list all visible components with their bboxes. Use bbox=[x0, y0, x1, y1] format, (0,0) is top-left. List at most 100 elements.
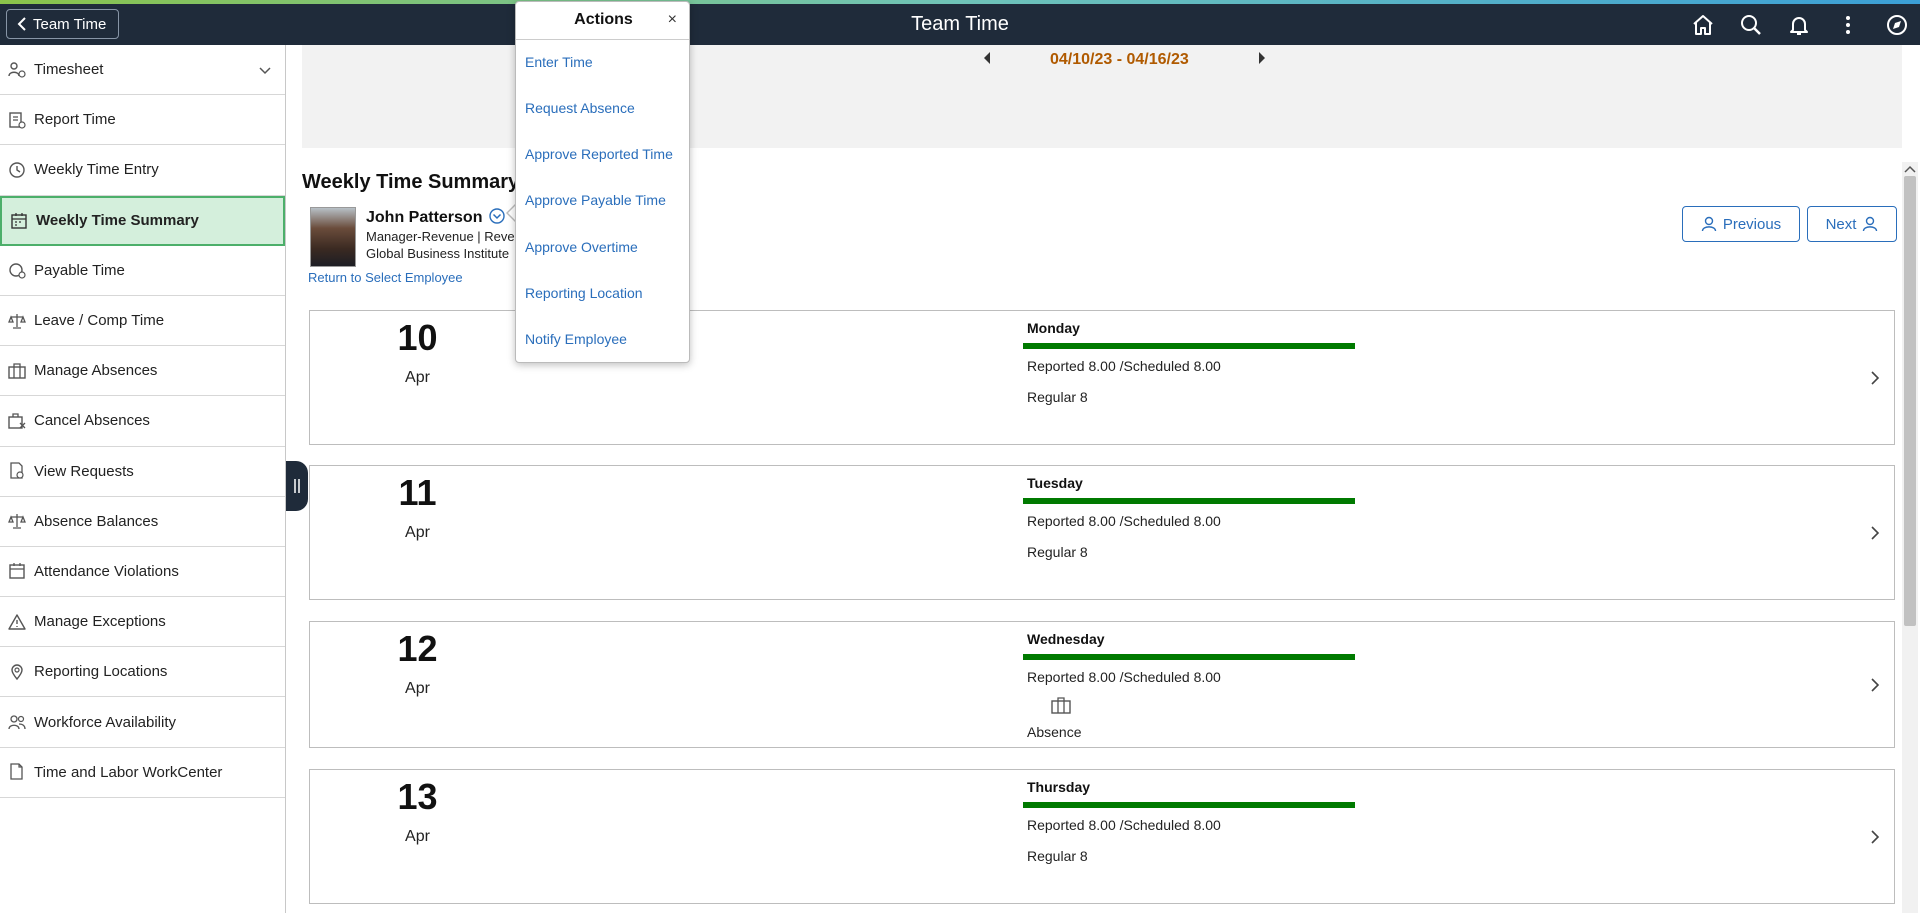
bell-icon[interactable] bbox=[1786, 12, 1812, 38]
return-to-select-employee-link[interactable]: Return to Select Employee bbox=[308, 270, 463, 285]
sidebar-item-view-requests[interactable]: View Requests bbox=[0, 447, 285, 497]
header-title: Team Time bbox=[911, 13, 1009, 35]
day-month: Apr bbox=[405, 828, 430, 845]
chevron-right-icon bbox=[1871, 370, 1880, 385]
person-icon bbox=[1701, 216, 1717, 232]
sidebar-item-label: Workforce Availability bbox=[34, 713, 177, 731]
time-detail: Regular 8 bbox=[1027, 544, 1088, 560]
day-number: 10 bbox=[397, 317, 438, 358]
time-detail: Regular 8 bbox=[1027, 848, 1088, 864]
briefcase-icon bbox=[8, 363, 26, 379]
previous-button-label: Previous bbox=[1722, 215, 1782, 233]
sidebar-item-cancel-absences[interactable]: Cancel Absences bbox=[0, 396, 285, 447]
chevron-down-icon bbox=[259, 67, 271, 74]
navbar-compass-icon[interactable] bbox=[1884, 12, 1910, 38]
time-detail: Regular 8 bbox=[1027, 389, 1088, 405]
chevron-right-icon bbox=[1871, 525, 1880, 540]
page-title: Weekly Time Summary bbox=[302, 171, 520, 193]
sidebar-item-label: Weekly Time Summary bbox=[36, 212, 199, 230]
sidebar-item-label: Cancel Absences bbox=[34, 412, 150, 430]
sidebar-item-label: Timesheet bbox=[34, 61, 104, 79]
next-employee-button[interactable]: Next bbox=[1807, 206, 1897, 242]
sidebar-item-report-time[interactable]: Report Time bbox=[0, 95, 285, 146]
scroll-up-arrow-icon[interactable] bbox=[1903, 164, 1917, 174]
scrollbar-thumb[interactable] bbox=[1904, 176, 1916, 626]
app: Team Time Team Time Timesheet Report Tim… bbox=[0, 0, 1920, 913]
action-approve-payable-time[interactable]: Approve Payable Time bbox=[525, 192, 666, 208]
next-button-label: Next bbox=[1825, 215, 1857, 233]
sidebar-item-manage-absences[interactable]: Manage Absences bbox=[0, 346, 285, 397]
action-enter-time[interactable]: Enter Time bbox=[525, 54, 593, 70]
employee-photo bbox=[310, 207, 356, 267]
workcenter-icon bbox=[10, 763, 23, 780]
view-requests-icon bbox=[10, 462, 24, 479]
home-icon[interactable] bbox=[1690, 12, 1716, 38]
sidebar-item-weekly-time-summary[interactable]: Weekly Time Summary bbox=[0, 195, 285, 246]
hours-progress-bar bbox=[1023, 654, 1355, 660]
sidebar-item-timesheet[interactable]: Timesheet bbox=[0, 45, 285, 96]
sidebar-item-leave-comp-time[interactable]: Leave / Comp Time bbox=[0, 296, 285, 347]
sidebar-item-weekly-time-entry[interactable]: Weekly Time Entry bbox=[0, 145, 285, 196]
sidebar-item-reporting-locations[interactable]: Reporting Locations bbox=[0, 647, 285, 698]
sidebar-item-workcenter[interactable]: Time and Labor WorkCenter bbox=[0, 748, 285, 798]
hours-progress-bar bbox=[1023, 802, 1355, 808]
sidebar-item-label: Leave / Comp Time bbox=[34, 312, 165, 330]
briefcase-icon bbox=[1051, 697, 1071, 714]
day-number: 13 bbox=[397, 776, 438, 817]
sidebar-item-payable-time[interactable]: Payable Time bbox=[0, 246, 285, 296]
person-icon bbox=[1863, 216, 1878, 232]
employee-department: Global Business Institute bbox=[366, 246, 510, 261]
more-vertical-icon[interactable] bbox=[1835, 12, 1861, 38]
cancel-briefcase-icon bbox=[8, 413, 26, 429]
search-icon[interactable] bbox=[1738, 12, 1764, 38]
previous-employee-button[interactable]: Previous bbox=[1682, 206, 1800, 242]
sidebar-item-manage-exceptions[interactable]: Manage Exceptions bbox=[0, 597, 285, 648]
sidebar-item-label: Reporting Locations bbox=[34, 663, 168, 681]
chevron-right-icon bbox=[1871, 829, 1880, 844]
sidebar-item-label: Manage Exceptions bbox=[34, 613, 166, 631]
sidebar-item-absence-balances[interactable]: Absence Balances bbox=[0, 497, 285, 547]
next-week-arrow-icon[interactable] bbox=[1257, 51, 1267, 65]
employee-name: John Patterson bbox=[366, 208, 505, 227]
clock-icon bbox=[9, 162, 25, 178]
reported-hours: Reported 8.00 /Scheduled 8.00 bbox=[1027, 669, 1221, 685]
employee-title: Manager-Revenue | Reven bbox=[366, 229, 522, 244]
sidebar: Timesheet Report Time Weekly Time Entry … bbox=[0, 45, 286, 913]
action-notify-employee[interactable]: Notify Employee bbox=[525, 331, 627, 347]
action-request-absence[interactable]: Request Absence bbox=[525, 100, 635, 116]
action-approve-overtime[interactable]: Approve Overtime bbox=[525, 239, 638, 255]
sidebar-item-label: Attendance Violations bbox=[34, 562, 179, 580]
day-card-tuesday[interactable]: 11 Apr Tuesday Reported 8.00 /Scheduled … bbox=[309, 465, 1895, 600]
sidebar-item-workforce-availability[interactable]: Workforce Availability bbox=[0, 697, 285, 748]
reported-hours: Reported 8.00 /Scheduled 8.00 bbox=[1027, 358, 1221, 374]
popup-title: Actions bbox=[574, 11, 633, 28]
people-icon bbox=[8, 715, 26, 730]
day-month: Apr bbox=[405, 369, 430, 386]
sidebar-item-attendance-violations[interactable]: Attendance Violations bbox=[0, 547, 285, 598]
sidebar-item-label: Time and Labor WorkCenter bbox=[34, 763, 223, 781]
payable-icon bbox=[9, 263, 26, 279]
sidebar-item-label: View Requests bbox=[34, 462, 134, 480]
attendance-icon bbox=[9, 563, 25, 580]
balance-icon bbox=[8, 514, 26, 529]
day-card-wednesday[interactable]: 12 Apr Wednesday Reported 8.00 /Schedule… bbox=[309, 621, 1895, 748]
warning-icon bbox=[8, 613, 26, 630]
day-number: 11 bbox=[398, 472, 437, 513]
close-icon[interactable]: × bbox=[668, 11, 677, 29]
sidebar-item-label: Report Time bbox=[34, 111, 116, 129]
absence-label: Absence bbox=[1027, 724, 1082, 740]
timesheet-icon bbox=[8, 61, 26, 78]
chevron-right-icon bbox=[1871, 677, 1880, 692]
day-name: Tuesday bbox=[1027, 475, 1083, 491]
header-bar: Team Time Team Time bbox=[0, 4, 1920, 45]
day-card-thursday[interactable]: 13 Apr Thursday Reported 8.00 /Scheduled… bbox=[309, 769, 1895, 904]
related-actions-icon[interactable] bbox=[489, 208, 505, 224]
action-approve-reported-time[interactable]: Approve Reported Time bbox=[525, 146, 673, 162]
prev-week-arrow-icon[interactable] bbox=[982, 51, 992, 65]
day-month: Apr bbox=[405, 524, 430, 541]
hours-progress-bar bbox=[1023, 343, 1355, 349]
popup-divider bbox=[516, 39, 689, 40]
sidebar-item-label: Manage Absences bbox=[34, 362, 158, 380]
sidebar-item-label: Weekly Time Entry bbox=[34, 161, 159, 179]
action-reporting-location[interactable]: Reporting Location bbox=[525, 285, 643, 301]
